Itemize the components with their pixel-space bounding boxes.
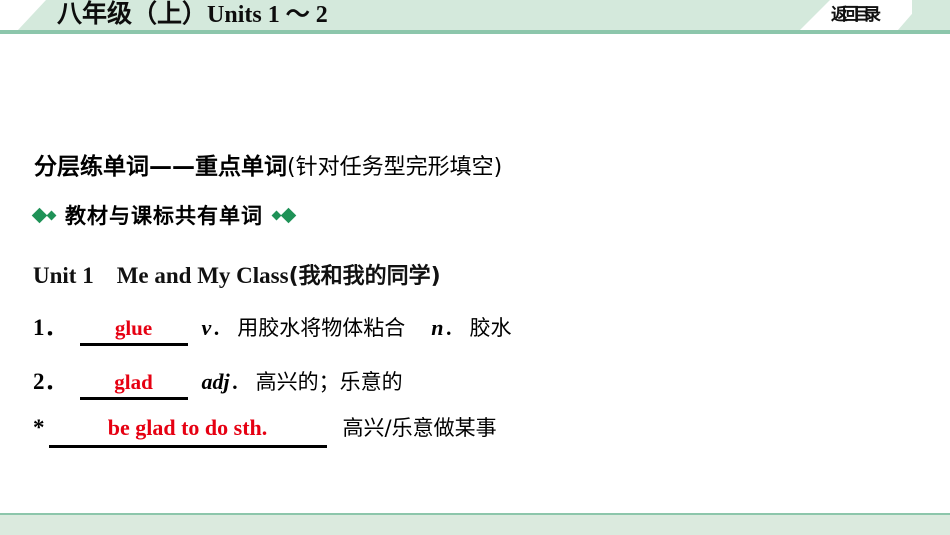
footer-band <box>0 515 950 535</box>
part-of-speech-secondary: n． <box>431 310 465 342</box>
header-title-grade: 八年级（上） <box>57 1 208 28</box>
word-entry-row: 2． glad adj． 高兴的；乐意的 <box>33 362 403 400</box>
diamond-icon <box>280 207 297 223</box>
subsection-label: 教材与课标共有单词 <box>65 204 263 228</box>
word-meaning: 用胶水将物体粘合 <box>237 316 406 340</box>
pos-dot: ． <box>211 315 234 340</box>
word-meaning: 高兴的；乐意的 <box>255 370 403 394</box>
section-title: 分层练单词——重点单词(针对任务型完形填空) <box>34 147 502 181</box>
section-title-main: 分层练单词——重点单词 <box>34 154 287 180</box>
answer-blank[interactable]: glad <box>79 369 188 400</box>
pos-abbr: v <box>201 315 212 340</box>
word-entry-row: 1． glue v． 用胶水将物体粘合 n． 胶水 <box>33 308 512 346</box>
part-of-speech: v． <box>202 310 234 342</box>
subsection-heading: 教材与课标共有单词 <box>31 200 297 230</box>
phrase-meaning: 高兴/乐意做某事 <box>342 416 497 440</box>
phrase-entry-row: * be glad to do sth. 高兴/乐意做某事 <box>33 412 497 448</box>
pos-abbr: adj <box>201 369 230 394</box>
back-to-contents-button[interactable]: 返回目录 <box>831 2 893 28</box>
answer-blank[interactable]: glue <box>79 315 188 346</box>
answer-blank[interactable]: be glad to do sth. <box>48 415 327 448</box>
pos-abbr: n <box>431 315 444 340</box>
word-meaning-secondary: 胶水 <box>469 316 512 340</box>
entry-index: 2． <box>33 369 68 394</box>
diamond-left-group <box>31 207 57 223</box>
diamond-right-group <box>271 207 297 223</box>
header-title: 八年级（上）Units 1 ～ 2 <box>57 0 328 30</box>
section-title-note: (针对任务型完形填空) <box>287 155 503 180</box>
diamond-icon <box>31 207 48 223</box>
entry-star-marker: * <box>33 415 45 440</box>
entry-index: 1． <box>33 315 68 340</box>
slide-content: 分层练单词——重点单词(针对任务型完形填空) 教材与课标共有单词 Unit 1 … <box>0 34 950 497</box>
pos-dot: ． <box>443 315 466 340</box>
pos-dot: ． <box>229 369 252 394</box>
header-title-units: Units 1 ～ 2 <box>207 2 328 28</box>
page-header: 八年级（上）Units 1 ～ 2 返回目录 <box>0 0 950 34</box>
unit-heading-cn: (我和我的同学) <box>288 264 441 289</box>
part-of-speech: adj． <box>202 364 252 396</box>
unit-heading: Unit 1 Me and My Class(我和我的同学) <box>33 256 441 290</box>
unit-heading-en: Unit 1 Me and My Class <box>33 263 289 288</box>
